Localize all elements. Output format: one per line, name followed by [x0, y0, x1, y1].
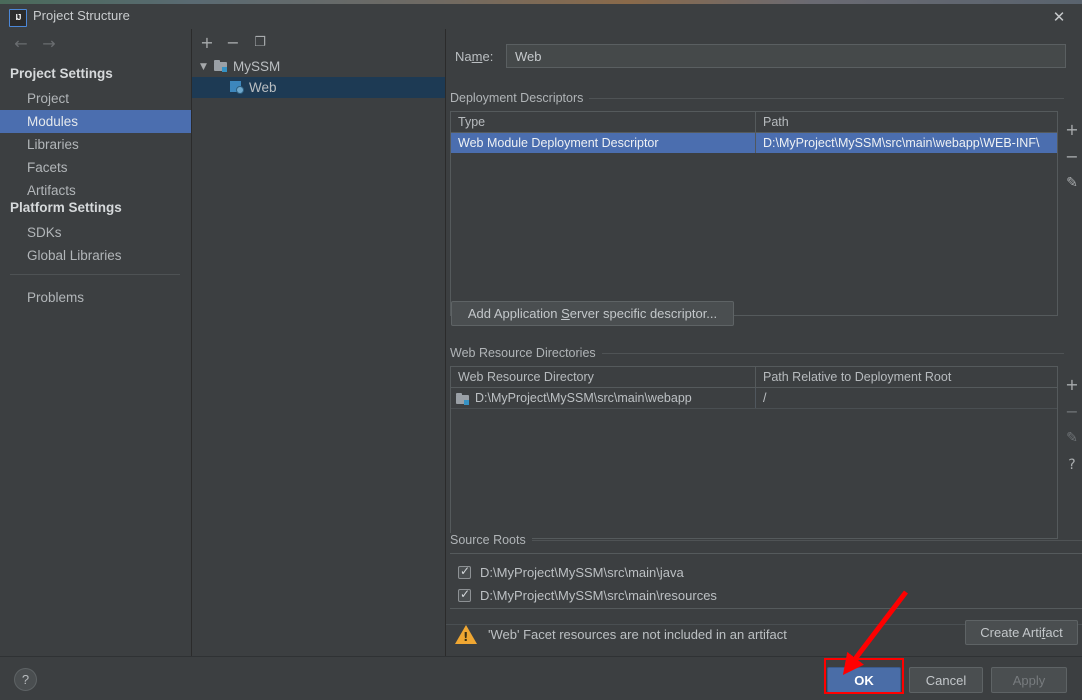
- sidebar-item-facets[interactable]: Facets: [0, 156, 191, 179]
- sidebar-item-label: Artifacts: [27, 183, 76, 198]
- remove-module-button[interactable]: −: [222, 32, 244, 52]
- remove-descriptor-button[interactable]: −: [1060, 144, 1082, 168]
- web-resource-directories-table: Web Resource Directory Path Relative to …: [450, 366, 1058, 539]
- sidebar-item-label: Project: [27, 91, 70, 106]
- sidebar-item-libraries[interactable]: Libraries: [0, 133, 191, 156]
- modules-tree-pane: + − ❐ ▼ MySSM Web: [192, 29, 446, 656]
- add-application-server-descriptor-button[interactable]: Add Application Server specific descript…: [451, 301, 734, 326]
- intellij-idea-icon: IJ: [9, 9, 27, 27]
- window-title: Project Structure: [33, 8, 130, 23]
- forward-arrow-icon[interactable]: →: [36, 32, 62, 54]
- column-header-path[interactable]: Path: [755, 112, 1059, 132]
- screen: IJ Project Structure ✕ ← → Project Setti…: [0, 0, 1082, 700]
- section-rule: [450, 540, 1082, 541]
- tree-node-web[interactable]: Web: [192, 77, 445, 98]
- sidebar-divider: [10, 274, 180, 275]
- copy-module-button[interactable]: ❐: [249, 32, 271, 52]
- sidebar-item-modules[interactable]: Modules: [0, 110, 191, 133]
- create-artifact-button[interactable]: Create Artifact: [965, 620, 1078, 645]
- navigation-arrows: ← →: [8, 32, 88, 54]
- help-web-resource-button[interactable]: ?: [1060, 453, 1082, 477]
- facet-settings-panel: Name: Web Deployment Descriptors Type Pa…: [446, 29, 1082, 656]
- checkbox-checked-icon[interactable]: [458, 587, 471, 602]
- name-field-label: Name:: [455, 49, 494, 64]
- chevron-down-icon[interactable]: ▼: [200, 56, 207, 77]
- project-structure-dialog: IJ Project Structure ✕ ← → Project Setti…: [0, 4, 1082, 700]
- sidebar-item-label: Modules: [27, 114, 79, 129]
- table-header: Web Resource Directory Path Relative to …: [451, 367, 1057, 388]
- remove-web-resource-button[interactable]: −: [1060, 399, 1082, 423]
- web-resource-directories-actions: + − ✎ ?: [1060, 366, 1082, 481]
- help-icon[interactable]: ?: [14, 668, 37, 691]
- warning-message: 'Web' Facet resources are not included i…: [488, 627, 787, 642]
- deployment-descriptors-actions: + − ✎: [1060, 111, 1082, 192]
- sidebar-group-platform-settings: Platform Settings: [10, 200, 122, 215]
- close-icon[interactable]: ✕: [1036, 4, 1082, 29]
- ok-button[interactable]: OK: [827, 667, 901, 693]
- sidebar-group-project-settings: Project Settings: [10, 66, 113, 81]
- tree-node-label: Web: [249, 80, 277, 95]
- cell-type: Web Module Deployment Descriptor: [458, 136, 659, 150]
- tree-node-label: MySSM: [233, 59, 281, 74]
- name-input[interactable]: Web: [506, 44, 1066, 68]
- edit-web-resource-button[interactable]: ✎: [1060, 426, 1082, 450]
- web-module-icon: [230, 81, 244, 94]
- sidebar-item-label: Libraries: [27, 137, 79, 152]
- sidebar-item-global-libraries[interactable]: Global Libraries: [0, 244, 191, 267]
- deployment-descriptors-title: Deployment Descriptors: [450, 91, 590, 105]
- apply-button: Apply: [991, 667, 1067, 693]
- sidebar-item-label: Global Libraries: [27, 248, 122, 263]
- cancel-button[interactable]: Cancel: [909, 667, 983, 693]
- deployment-descriptors-table: Type Path Web Module Deployment Descript…: [450, 111, 1058, 316]
- column-header-type[interactable]: Type: [451, 112, 755, 132]
- source-roots-title: Source Roots: [450, 533, 532, 547]
- list-item-label: D:\MyProject\MySSM\src\main\resources: [480, 588, 717, 603]
- cell-relative-path: /: [755, 388, 1059, 408]
- modules-toolbar: + − ❐: [192, 29, 445, 55]
- table-row[interactable]: D:\MyProject\MySSM\src\main\webapp /: [451, 388, 1057, 409]
- settings-sidebar: ← → Project Settings Project Modules Lib…: [0, 29, 192, 656]
- add-web-resource-button[interactable]: +: [1060, 372, 1082, 396]
- sidebar-item-label: Facets: [27, 160, 68, 175]
- module-group-folder-icon: [214, 60, 227, 72]
- sidebar-item-label: SDKs: [27, 225, 62, 240]
- checkbox-checked-icon[interactable]: [458, 564, 471, 579]
- back-arrow-icon[interactable]: ←: [8, 32, 34, 54]
- sidebar-item-sdks[interactable]: SDKs: [0, 221, 191, 244]
- cell-path: D:\MyProject\MySSM\src\main\webapp\WEB-I…: [755, 133, 1059, 153]
- sidebar-item-problems[interactable]: Problems: [0, 286, 191, 309]
- title-bar: IJ Project Structure ✕: [0, 4, 1082, 29]
- list-item[interactable]: D:\MyProject\MySSM\src\main\resources: [450, 584, 1082, 607]
- column-header-path-relative[interactable]: Path Relative to Deployment Root: [755, 367, 1059, 387]
- add-module-button[interactable]: +: [196, 32, 218, 52]
- cell-text: D:\MyProject\MySSM\src\main\webapp: [475, 391, 692, 405]
- web-resource-directories-title: Web Resource Directories: [450, 346, 602, 360]
- table-header: Type Path: [451, 112, 1057, 133]
- warning-triangle-icon: [455, 625, 477, 644]
- sidebar-item-project[interactable]: Project: [0, 87, 191, 110]
- cell-web-resource-directory: D:\MyProject\MySSM\src\main\webapp: [451, 388, 755, 408]
- folder-icon: [456, 392, 469, 405]
- list-item[interactable]: D:\MyProject\MySSM\src\main\java: [450, 561, 1082, 584]
- column-header-web-resource-directory[interactable]: Web Resource Directory: [451, 367, 755, 387]
- tree-node-myssm[interactable]: ▼ MySSM: [192, 56, 445, 77]
- edit-descriptor-button[interactable]: ✎: [1060, 171, 1082, 195]
- name-input-value: Web: [515, 48, 542, 64]
- add-descriptor-button[interactable]: +: [1060, 117, 1082, 141]
- source-roots-list: D:\MyProject\MySSM\src\main\java D:\MyPr…: [450, 553, 1082, 609]
- table-row[interactable]: Web Module Deployment Descriptor D:\MyPr…: [451, 133, 1057, 153]
- sidebar-item-artifacts[interactable]: Artifacts: [0, 179, 191, 202]
- dialog-footer: ? OK Cancel Apply: [0, 657, 1082, 700]
- list-item-label: D:\MyProject\MySSM\src\main\java: [480, 565, 684, 580]
- sidebar-item-label: Problems: [27, 290, 85, 305]
